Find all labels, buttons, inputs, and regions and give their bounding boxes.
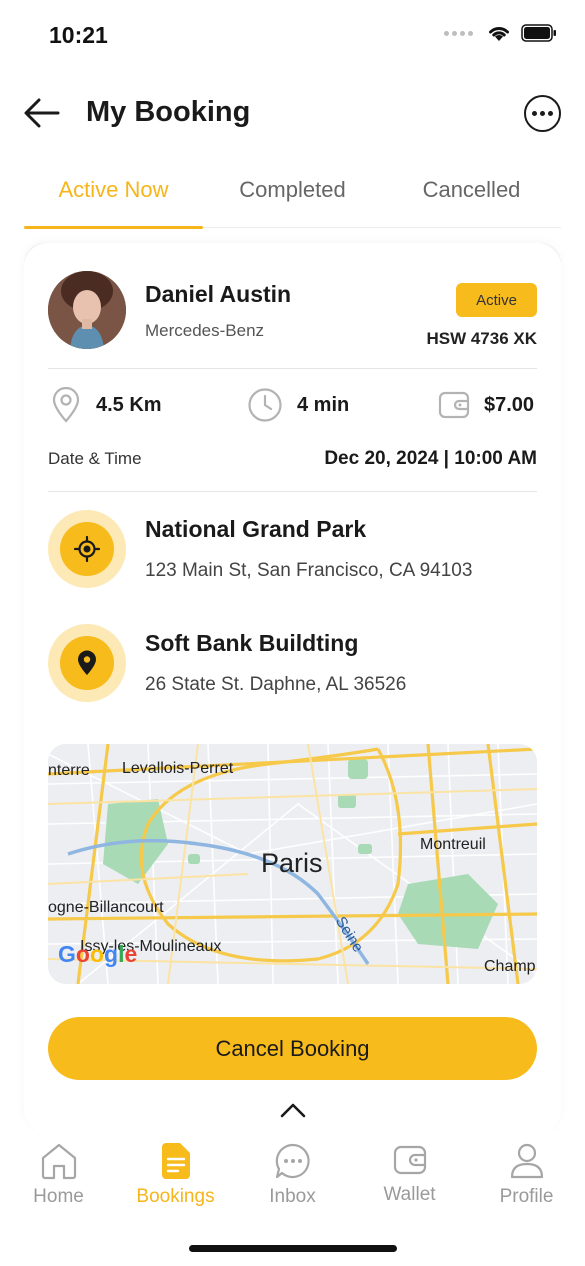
wallet-icon	[393, 1145, 426, 1175]
wallet-icon	[438, 391, 470, 419]
status-time: 10:21	[49, 22, 108, 48]
nav-home[interactable]: Home	[0, 1142, 117, 1208]
nav-profile-label: Profile	[499, 1186, 554, 1207]
profile-icon	[510, 1143, 543, 1179]
document-icon	[161, 1143, 190, 1179]
page-title: My Booking	[86, 96, 251, 128]
home-icon	[41, 1143, 76, 1180]
divider	[48, 368, 537, 369]
nav-bookings-label: Bookings	[136, 1186, 215, 1207]
price-stat: $7.00	[438, 387, 534, 423]
map-label-nanterre: nterre	[48, 762, 90, 779]
status-bar: 10:21	[0, 0, 585, 70]
duration-value: 4 min	[297, 393, 350, 416]
nav-profile[interactable]: Profile	[468, 1142, 585, 1208]
dropoff-title: Soft Bank Buildting	[145, 630, 359, 656]
status-icons	[444, 24, 557, 42]
chat-icon	[275, 1143, 310, 1179]
map-label-boulogne: ogne-Billancourt	[48, 899, 164, 916]
dropoff-marker	[48, 624, 126, 702]
cancel-booking-button[interactable]: Cancel Booking	[48, 1017, 537, 1080]
signal-icon	[444, 30, 473, 36]
map-pin-icon	[78, 650, 96, 675]
nav-wallet[interactable]: Wallet	[351, 1142, 468, 1206]
more-options-button[interactable]	[524, 95, 561, 132]
map-label-champ: Champ	[484, 958, 536, 975]
divider	[48, 491, 537, 492]
chevron-up-icon[interactable]	[279, 1100, 307, 1120]
wifi-icon	[489, 27, 509, 41]
nav-wallet-label: Wallet	[383, 1184, 436, 1205]
map-label-montreuil: Montreuil	[420, 836, 486, 853]
arrow-left-icon	[24, 98, 60, 128]
back-button[interactable]	[22, 96, 62, 130]
header: My Booking	[0, 82, 585, 146]
pickup-marker	[48, 510, 126, 588]
map-label-paris: Paris	[261, 848, 323, 878]
location-pin-icon	[52, 387, 80, 423]
datetime-value: Dec 20, 2024 | 10:00 AM	[324, 448, 537, 469]
battery-icon	[521, 24, 556, 42]
active-tab-indicator	[24, 226, 203, 229]
clock-icon	[248, 388, 282, 422]
pickup-address: 123 Main St, San Francisco, CA 94103	[145, 560, 473, 581]
home-indicator	[189, 1245, 397, 1252]
tab-completed[interactable]: Completed	[203, 177, 382, 203]
price-value: $7.00	[484, 393, 535, 416]
google-logo: Google	[58, 941, 138, 967]
nav-inbox-label: Inbox	[269, 1186, 316, 1207]
tab-active-now[interactable]: Active Now	[24, 177, 203, 203]
driver-avatar	[48, 271, 126, 349]
tab-cancelled[interactable]: Cancelled	[382, 177, 561, 203]
nav-home-label: Home	[33, 1186, 84, 1207]
dropoff-address: 26 State St. Daphne, AL 36526	[145, 674, 407, 695]
booking-tabs: Active Now Completed Cancelled	[24, 165, 561, 229]
route-map[interactable]: nterre Levallois-Perret Paris Montreuil …	[48, 744, 537, 984]
status-badge: Active	[456, 283, 537, 317]
more-icon	[532, 111, 537, 116]
map-label-levallois: Levallois-Perret	[122, 760, 234, 777]
distance-value: 4.5 Km	[96, 393, 162, 416]
datetime-label: Date & Time	[48, 449, 142, 468]
nav-bookings[interactable]: Bookings	[117, 1142, 234, 1208]
car-model: Mercedes-Benz	[145, 321, 265, 340]
driver-name: Daniel Austin	[145, 281, 292, 307]
distance-stat: 4.5 Km	[50, 387, 162, 423]
duration-stat: 4 min	[247, 387, 349, 423]
pickup-title: National Grand Park	[145, 516, 367, 542]
license-plate: HSW 4736 XK	[426, 329, 537, 348]
nav-inbox[interactable]: Inbox	[234, 1142, 351, 1208]
crosshair-icon	[73, 535, 101, 563]
